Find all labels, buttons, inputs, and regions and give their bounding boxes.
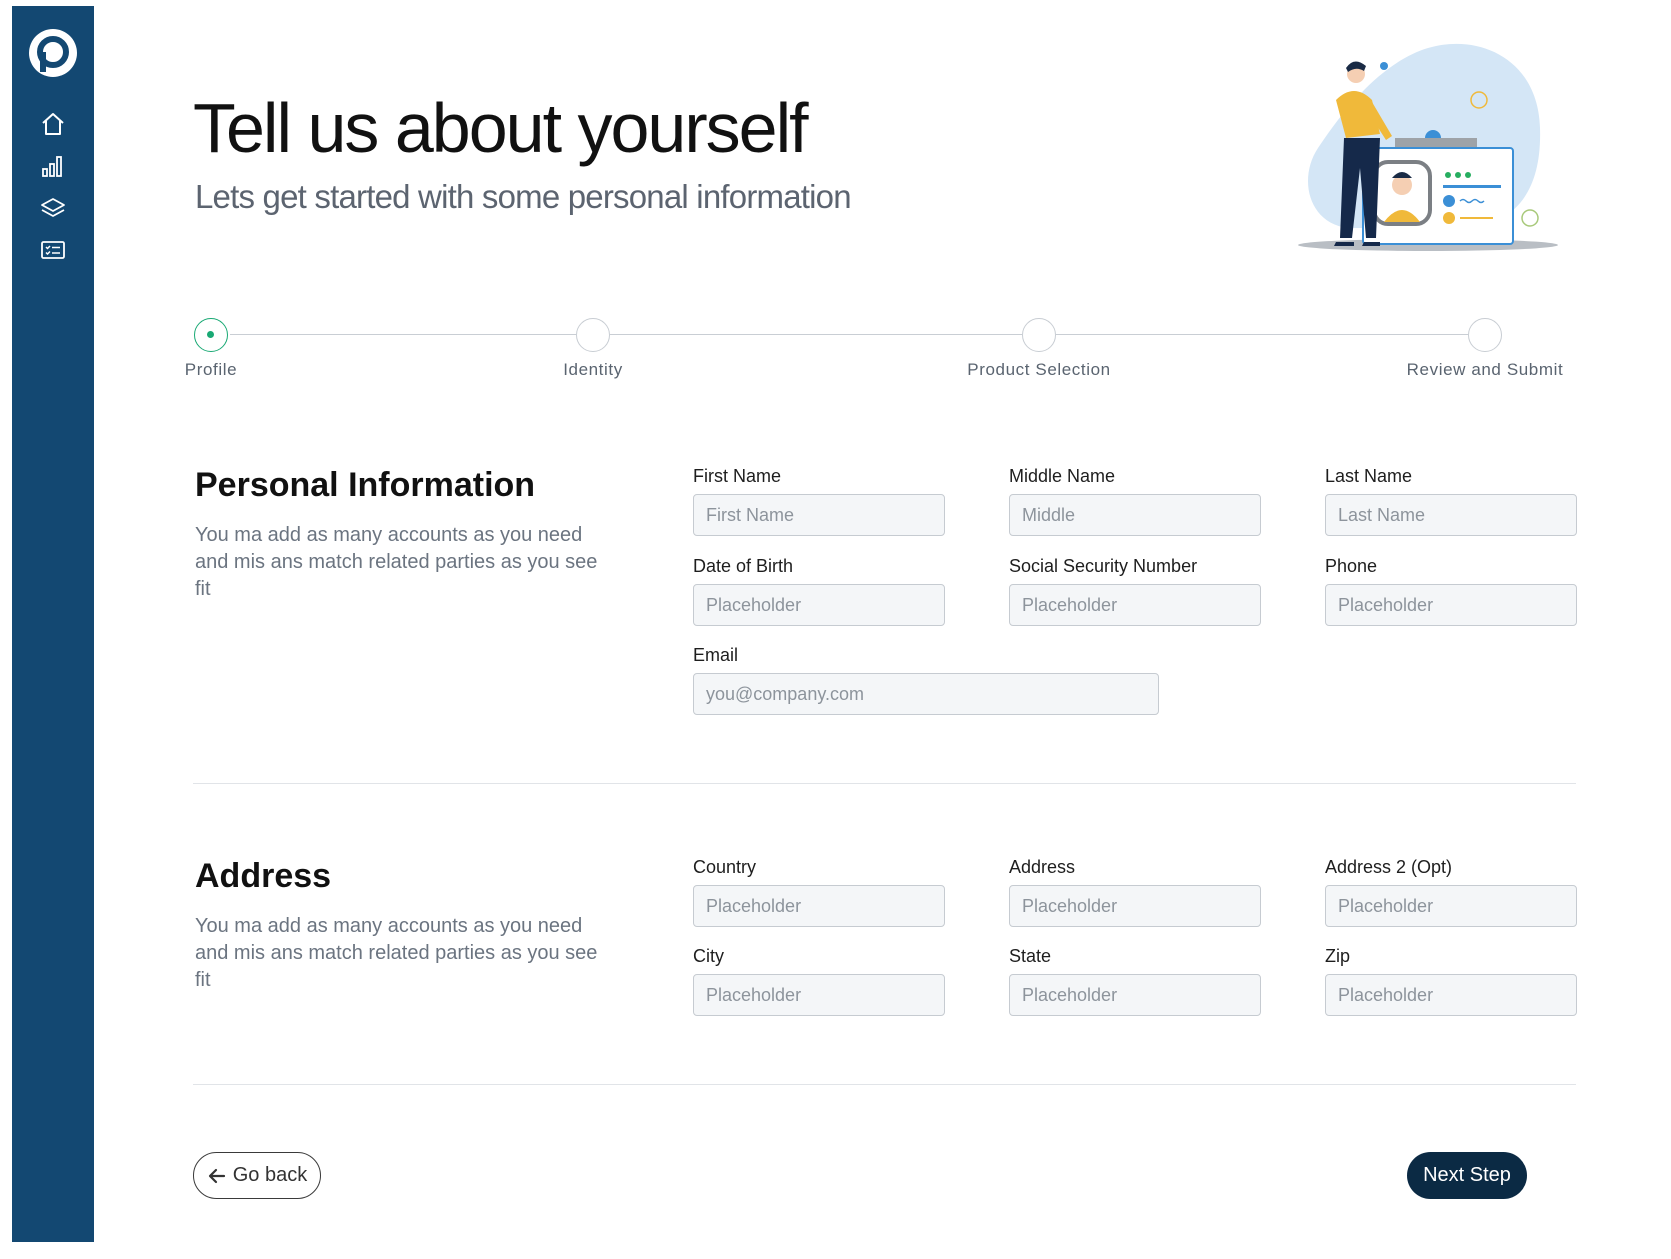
email-label: Email	[693, 645, 739, 665]
go-back-button[interactable]: Go back	[193, 1152, 321, 1199]
layers-icon[interactable]	[39, 194, 67, 222]
personal-info-title: Personal Information	[195, 466, 536, 504]
city-label: City	[693, 946, 724, 966]
bar-chart-icon[interactable]	[39, 152, 67, 180]
section-divider	[193, 783, 1576, 784]
address2-label: Address 2 (Opt)	[1325, 857, 1453, 877]
first-name-input[interactable]	[693, 494, 945, 536]
step-profile-label[interactable]: Profile	[185, 360, 237, 380]
arrow-left-icon	[208, 1168, 225, 1183]
page-title: Tell us about yourself	[193, 89, 809, 167]
last-name-label: Last Name	[1325, 466, 1413, 486]
stepper-connector	[610, 334, 1022, 335]
p-logo-icon[interactable]	[28, 28, 78, 78]
address-title: Address	[195, 857, 332, 895]
middle-name-input[interactable]	[1009, 494, 1261, 536]
zip-input[interactable]	[1325, 974, 1577, 1016]
city-input[interactable]	[693, 974, 945, 1016]
step-product-selection-label[interactable]: Product Selection	[967, 360, 1110, 380]
section-divider	[193, 1084, 1576, 1085]
personal-info-description: You ma add as many accounts as you need …	[195, 524, 598, 600]
step-review-submit-label[interactable]: Review and Submit	[1407, 360, 1564, 380]
stepper-connector	[230, 334, 576, 335]
country-label: Country	[693, 857, 757, 877]
checklist-card-icon[interactable]	[39, 236, 67, 264]
stepper-connector	[1056, 334, 1468, 335]
first-name-label: First Name	[693, 466, 782, 486]
next-step-label: Next Step	[1423, 1164, 1511, 1186]
step-profile-indicator[interactable]	[194, 318, 228, 352]
step-identity-label[interactable]: Identity	[563, 360, 623, 380]
phone-input[interactable]	[1325, 584, 1577, 626]
progress-stepper: Profile Identity Product Selection Revie…	[185, 316, 1590, 386]
address-input[interactable]	[1009, 885, 1261, 927]
ssn-input[interactable]	[1009, 584, 1261, 626]
id-card-person-illustration	[1298, 43, 1558, 251]
page-subtitle: Lets get started with some personal info…	[195, 178, 852, 215]
middle-name-label: Middle Name	[1009, 466, 1116, 486]
country-input[interactable]	[693, 885, 945, 927]
step-identity-indicator[interactable]	[576, 318, 610, 352]
last-name-input[interactable]	[1325, 494, 1577, 536]
zip-label: Zip	[1325, 946, 1351, 966]
next-step-button[interactable]: Next Step	[1407, 1152, 1527, 1199]
step-review-submit-indicator[interactable]	[1468, 318, 1502, 352]
dob-input[interactable]	[693, 584, 945, 626]
state-input[interactable]	[1009, 974, 1261, 1016]
ssn-label: Social Security Number	[1009, 556, 1198, 576]
dob-label: Date of Birth	[693, 556, 794, 576]
phone-label: Phone	[1325, 556, 1378, 576]
home-icon[interactable]	[39, 110, 67, 138]
step-product-selection-indicator[interactable]	[1022, 318, 1056, 352]
address-label: Address	[1009, 857, 1076, 877]
sidebar	[12, 6, 94, 1242]
email-field[interactable]	[693, 673, 1159, 715]
go-back-label: Go back	[232, 1164, 308, 1186]
state-label: State	[1009, 946, 1052, 966]
address2-input[interactable]	[1325, 885, 1577, 927]
address-description: You ma add as many accounts as you need …	[195, 915, 598, 991]
